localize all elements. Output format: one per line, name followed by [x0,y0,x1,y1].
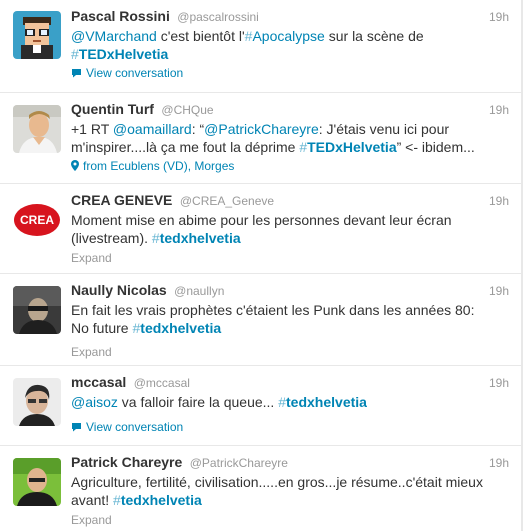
tweet-header: Quentin Turf @CHQue 19h [71,101,509,119]
text-span: c'est bientôt l' [156,28,245,44]
avatar[interactable] [13,458,61,506]
text-span: avant! [71,492,114,508]
text-span: En fait les vrais prophètes c'étaient le… [71,302,475,318]
view-conversation-link[interactable]: View conversation [71,420,183,435]
timestamp[interactable]: 19h [489,456,509,470]
fullname[interactable]: Pascal Rossini [71,8,170,24]
footer-label: Expand [71,345,112,359]
hashtag-link[interactable]: #tedxhelvetia [113,492,202,508]
fullname[interactable]: Quentin Turf [71,101,154,117]
username[interactable]: @naullyn [174,284,224,298]
avatar[interactable] [13,378,61,426]
tweet-item[interactable]: Naully Nicolas @naullyn 19h En fait les … [0,274,521,366]
hashtag-text: tedxhelvetia [140,320,222,336]
hash-symbol: # [299,139,308,155]
mention-link[interactable]: @oamaillard [113,121,192,137]
speech-bubble-icon [71,67,82,81]
footer-label: View conversation [86,420,184,434]
timestamp[interactable]: 19h [489,376,509,390]
footer-label: Expand [71,251,112,265]
mention-link[interactable]: @VMarchand [71,28,157,44]
hashtag-link[interactable]: #tedxhelvetia [132,320,221,336]
fullname[interactable]: Naully Nicolas [71,282,167,298]
text-span: No future [71,320,133,336]
hashtag-text: tedxhelvetia [120,492,202,508]
mention-link[interactable]: @aisoz [71,394,118,410]
tweet-text: Agriculture, fertilité, civilisation....… [71,473,511,509]
tweet-item[interactable]: Quentin Turf @CHQue 19h +1 RT @oamaillar… [0,93,521,184]
footer-label: View conversation [86,66,184,80]
hashtag-link[interactable]: #TEDxHelvetia [299,139,396,155]
tweet-header: mccasal @mccasal 19h [71,374,509,392]
hash-symbol: # [113,492,121,508]
tweet-text: En fait les vrais prophètes c'étaient le… [71,301,511,337]
hashtag-text: Apocalypse [252,28,325,44]
avatar[interactable] [13,286,61,334]
hash-symbol: # [151,230,160,246]
tweet-text: Moment mise en abime pour les personnes … [71,211,511,247]
text-span: Agriculture, fertilité, civilisation....… [71,474,483,490]
text-span: : “ [191,121,205,137]
expand-link[interactable]: Expand [71,513,112,527]
hashtag-text: TEDxHelvetia [78,46,169,62]
mention-link[interactable]: @PatrickChareyre [204,121,319,137]
timestamp[interactable]: 19h [489,10,509,24]
footer-label: Expand [71,513,112,527]
hashtag-link[interactable]: #tedxhelvetia [152,230,241,246]
speech-bubble-icon [71,421,82,435]
timestamp[interactable]: 19h [489,284,509,298]
fullname[interactable]: Patrick Chareyre [71,454,182,470]
username[interactable]: @CREA_Geneve [180,194,274,208]
text-span: (livestream). [71,230,152,246]
fullname[interactable]: CREA GENEVE [71,192,172,208]
hashtag-link[interactable]: #tedxhelvetia [278,394,367,410]
avatar[interactable] [13,105,61,153]
hashtag-link[interactable]: #TEDxHelvetia [71,46,168,62]
hashtag-text: tedxhelvetia [286,394,367,410]
username[interactable]: @mccasal [134,376,190,390]
view-conversation-link[interactable]: View conversation [71,66,183,81]
text-span: +1 RT [71,121,113,137]
avatar[interactable]: CREA [13,196,61,244]
text-span: : J'étais venu ici pour [318,121,450,137]
text-span: sur la scène de [324,28,424,44]
fullname[interactable]: mccasal [71,374,126,390]
tweet-header: CREA GENEVE @CREA_Geneve 19h [71,192,509,210]
avatar[interactable] [13,11,61,59]
tweet-header: Patrick Chareyre @PatrickChareyre 19h [71,454,509,472]
text-span: m'inspirer....là ça me fout la déprime [71,139,300,155]
text-span: va falloir faire la queue... [117,394,279,410]
hashtag-text: TEDxHelvetia [307,139,397,155]
username[interactable]: @pascalrossini [177,10,259,24]
expand-link[interactable]: Expand [71,251,112,265]
expand-link[interactable]: Expand [71,345,112,359]
tweet-item[interactable]: CREA CREA GENEVE @CREA_Geneve 19h Moment… [0,184,521,274]
username[interactable]: @PatrickChareyre [190,456,288,470]
footer-label: from Ecublens (VD), Morges [83,159,235,173]
location-link[interactable]: from Ecublens (VD), Morges [71,159,234,174]
tweet-text: +1 RT @oamaillard: “@PatrickChareyre: J'… [71,120,511,156]
tweet-text: @VMarchand c'est bientôt l'#Apocalypse s… [71,27,511,63]
tweet-item[interactable]: Patrick Chareyre @PatrickChareyre 19h Ag… [0,446,521,531]
tweet-item[interactable]: Pascal Rossini @pascalrossini 19h @VMarc… [0,0,521,93]
timestamp[interactable]: 19h [489,194,509,208]
tweet-header: Pascal Rossini @pascalrossini 19h [71,8,509,26]
username[interactable]: @CHQue [161,103,213,117]
tweet-text: @aisoz va falloir faire la queue... #ted… [71,393,511,411]
tweet-stream: Pascal Rossini @pascalrossini 19h @VMarc… [0,0,523,531]
hash-symbol: # [71,46,79,62]
hash-symbol: # [278,394,287,410]
hashtag-text: tedxhelvetia [159,230,241,246]
crea-logo-text: CREA [20,213,54,227]
text-span: ” <- ibidem... [396,139,475,155]
tweet-item[interactable]: mccasal @mccasal 19h @aisoz va falloir f… [0,366,521,446]
map-pin-icon [71,160,79,174]
tweet-header: Naully Nicolas @naullyn 19h [71,282,509,300]
text-span: Moment mise en abime pour les personnes … [71,212,452,228]
hashtag-link[interactable]: #Apocalypse [245,28,325,44]
timestamp[interactable]: 19h [489,103,509,117]
